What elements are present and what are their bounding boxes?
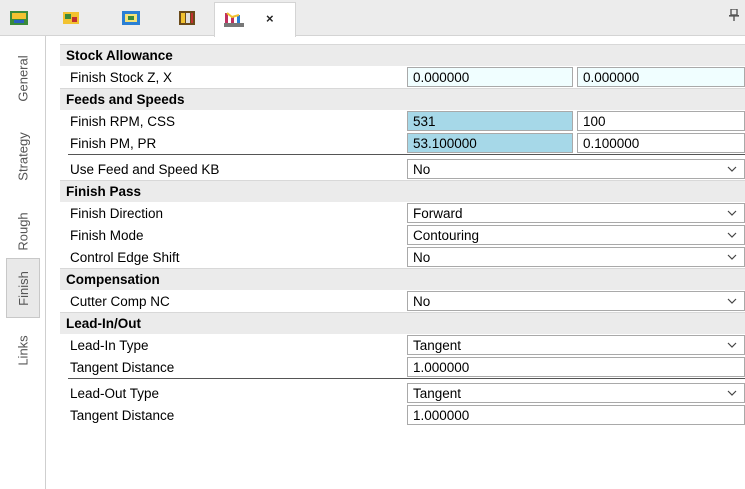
cutter-comp-select[interactable]: No bbox=[407, 291, 745, 311]
tab-links[interactable]: Links bbox=[6, 326, 40, 374]
lead-out-type-label: Lead-Out Type bbox=[70, 385, 160, 401]
finish-rpm-css-label: Finish RPM, CSS bbox=[70, 113, 176, 129]
finish-stock-z-input[interactable]: 0.000000 bbox=[407, 67, 573, 87]
tab-rough[interactable]: Rough bbox=[6, 198, 40, 264]
side-tab-strip: General Strategy Rough Finish Links bbox=[0, 36, 46, 489]
finish-mode-value: Contouring bbox=[413, 227, 480, 243]
divider bbox=[68, 154, 745, 155]
lead-out-type-value: Tangent bbox=[413, 385, 462, 401]
toolpath-icon[interactable] bbox=[8, 7, 30, 29]
finish-rpm-input[interactable]: 531 bbox=[407, 111, 573, 131]
property-grid: Stock Allowance Finish Stock Z, X 0.0000… bbox=[60, 44, 745, 426]
stock-icon[interactable] bbox=[60, 7, 82, 29]
row-control-edge-shift: Control Edge Shift No bbox=[60, 246, 745, 268]
section-stock-allowance: Stock Allowance bbox=[60, 44, 745, 66]
tab-strategy[interactable]: Strategy bbox=[6, 116, 40, 196]
section-lead-in-out: Lead-In/Out bbox=[60, 312, 745, 334]
finish-stock-label: Finish Stock Z, X bbox=[70, 69, 173, 85]
finish-direction-value: Forward bbox=[413, 205, 463, 221]
chevron-down-icon[interactable] bbox=[726, 163, 738, 175]
tool-icon[interactable] bbox=[120, 7, 142, 29]
row-finish-stock: Finish Stock Z, X 0.000000 0.000000 bbox=[60, 66, 745, 88]
row-finish-direction: Finish Direction Forward bbox=[60, 202, 745, 224]
lead-in-type-value: Tangent bbox=[413, 337, 462, 353]
row-finish-mode: Finish Mode Contouring bbox=[60, 224, 745, 246]
chevron-down-icon[interactable] bbox=[726, 229, 738, 241]
section-finish-pass: Finish Pass bbox=[60, 180, 745, 202]
cutter-comp-value: No bbox=[413, 293, 431, 309]
lead-in-distance-input[interactable]: 1.000000 bbox=[407, 357, 745, 377]
pin-icon[interactable] bbox=[729, 8, 739, 24]
row-lead-in-distance: Tangent Distance 1.000000 bbox=[60, 356, 745, 378]
row-finish-rpm-css: Finish RPM, CSS 531 100 bbox=[60, 110, 745, 132]
finish-mode-label: Finish Mode bbox=[70, 227, 144, 243]
cutter-comp-label: Cutter Comp NC bbox=[70, 293, 170, 309]
finish-pr-input[interactable]: 0.100000 bbox=[577, 133, 745, 153]
section-compensation: Compensation bbox=[60, 268, 745, 290]
toolbar: × bbox=[0, 0, 745, 37]
use-feed-speed-kb-select[interactable]: No bbox=[407, 159, 745, 179]
lead-in-type-select[interactable]: Tangent bbox=[407, 335, 745, 355]
use-feed-speed-kb-value: No bbox=[413, 161, 431, 177]
tab-lathe-finish[interactable] bbox=[214, 2, 296, 37]
section-feeds-speeds: Feeds and Speeds bbox=[60, 88, 745, 110]
control-edge-shift-label: Control Edge Shift bbox=[70, 249, 180, 265]
divider bbox=[68, 378, 745, 379]
finish-mode-select[interactable]: Contouring bbox=[407, 225, 745, 245]
close-tab-button[interactable]: × bbox=[266, 11, 274, 26]
tab-finish[interactable]: Finish bbox=[6, 258, 40, 318]
chevron-down-icon[interactable] bbox=[726, 339, 738, 351]
row-cutter-comp: Cutter Comp NC No bbox=[60, 290, 745, 312]
control-edge-shift-value: No bbox=[413, 249, 431, 265]
lead-out-type-select[interactable]: Tangent bbox=[407, 383, 745, 403]
tab-general[interactable]: General bbox=[6, 42, 40, 114]
lead-in-distance-label: Tangent Distance bbox=[70, 359, 175, 375]
finish-direction-select[interactable]: Forward bbox=[407, 203, 745, 223]
control-edge-shift-select[interactable]: No bbox=[407, 247, 745, 267]
lead-out-distance-label: Tangent Distance bbox=[70, 407, 175, 423]
lathe-finish-icon bbox=[223, 8, 245, 30]
finish-pm-input[interactable]: 53.100000 bbox=[407, 133, 573, 153]
finish-direction-label: Finish Direction bbox=[70, 205, 164, 221]
finish-stock-x-input[interactable]: 0.000000 bbox=[577, 67, 745, 87]
lead-out-distance-input[interactable]: 1.000000 bbox=[407, 405, 745, 425]
chevron-down-icon[interactable] bbox=[726, 251, 738, 263]
finish-pm-pr-label: Finish PM, PR bbox=[70, 135, 157, 151]
finish-css-input[interactable]: 100 bbox=[577, 111, 745, 131]
lead-in-type-label: Lead-In Type bbox=[70, 337, 149, 353]
use-feed-speed-kb-label: Use Feed and Speed KB bbox=[70, 161, 220, 177]
row-lead-out-type: Lead-Out Type Tangent bbox=[60, 382, 745, 404]
row-lead-in-type: Lead-In Type Tangent bbox=[60, 334, 745, 356]
chevron-down-icon[interactable] bbox=[726, 295, 738, 307]
row-use-feed-speed-kb: Use Feed and Speed KB No bbox=[60, 158, 745, 180]
library-icon[interactable] bbox=[176, 7, 198, 29]
row-lead-out-distance: Tangent Distance 1.000000 bbox=[60, 404, 745, 426]
chevron-down-icon[interactable] bbox=[726, 207, 738, 219]
chevron-down-icon[interactable] bbox=[726, 387, 738, 399]
row-finish-pm-pr: Finish PM, PR 53.100000 0.100000 bbox=[60, 132, 745, 154]
